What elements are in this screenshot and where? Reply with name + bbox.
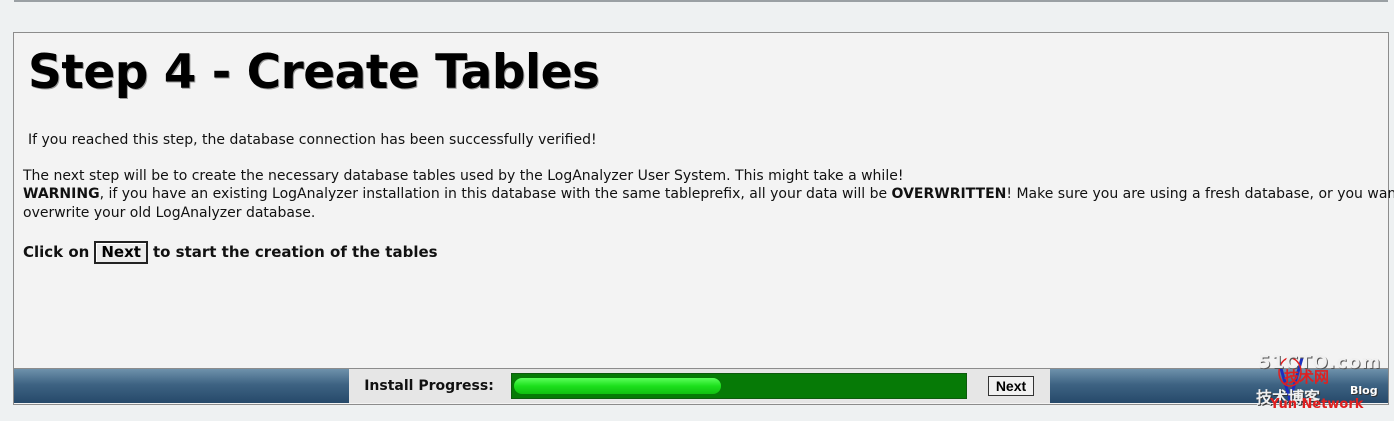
top-divider: [14, 0, 1388, 2]
click-prefix: Click on: [23, 243, 90, 261]
next-button-inline[interactable]: Next: [94, 241, 148, 264]
overwritten-label: OVERWRITTEN: [891, 186, 1007, 202]
next-step-message: The next step will be to create the nece…: [23, 168, 904, 184]
page-title: Step 4 - Create Tables: [28, 45, 600, 100]
install-progress-bar: Install Progress: Next: [14, 368, 1388, 403]
warning-label: WARNING: [23, 186, 100, 202]
progress-track: [511, 373, 967, 399]
warning-message: WARNING, if you have an existing LogAnal…: [23, 185, 1394, 204]
next-cell: Next: [972, 369, 1050, 403]
verified-message: If you reached this step, the database c…: [28, 132, 597, 148]
click-instruction: Click on Next to start the creation of t…: [23, 241, 438, 264]
click-suffix: to start the creation of the tables: [152, 243, 438, 261]
warning-text-2: ! Make sure you are using a fresh databa…: [1006, 186, 1394, 202]
progress-fill: [514, 378, 721, 394]
bar-right-gradient: [1050, 369, 1388, 403]
warning-text-1: , if you have an existing LogAnalyzer in…: [99, 186, 892, 202]
next-button[interactable]: Next: [987, 376, 1035, 396]
progress-cell: [509, 369, 972, 403]
install-panel: Step 4 - Create Tables If you reached th…: [13, 32, 1394, 405]
overwrite-message: overwrite your old LogAnalyzer database.: [23, 205, 316, 221]
install-progress-label: Install Progress:: [349, 369, 509, 403]
bar-left-gradient: [14, 369, 349, 403]
